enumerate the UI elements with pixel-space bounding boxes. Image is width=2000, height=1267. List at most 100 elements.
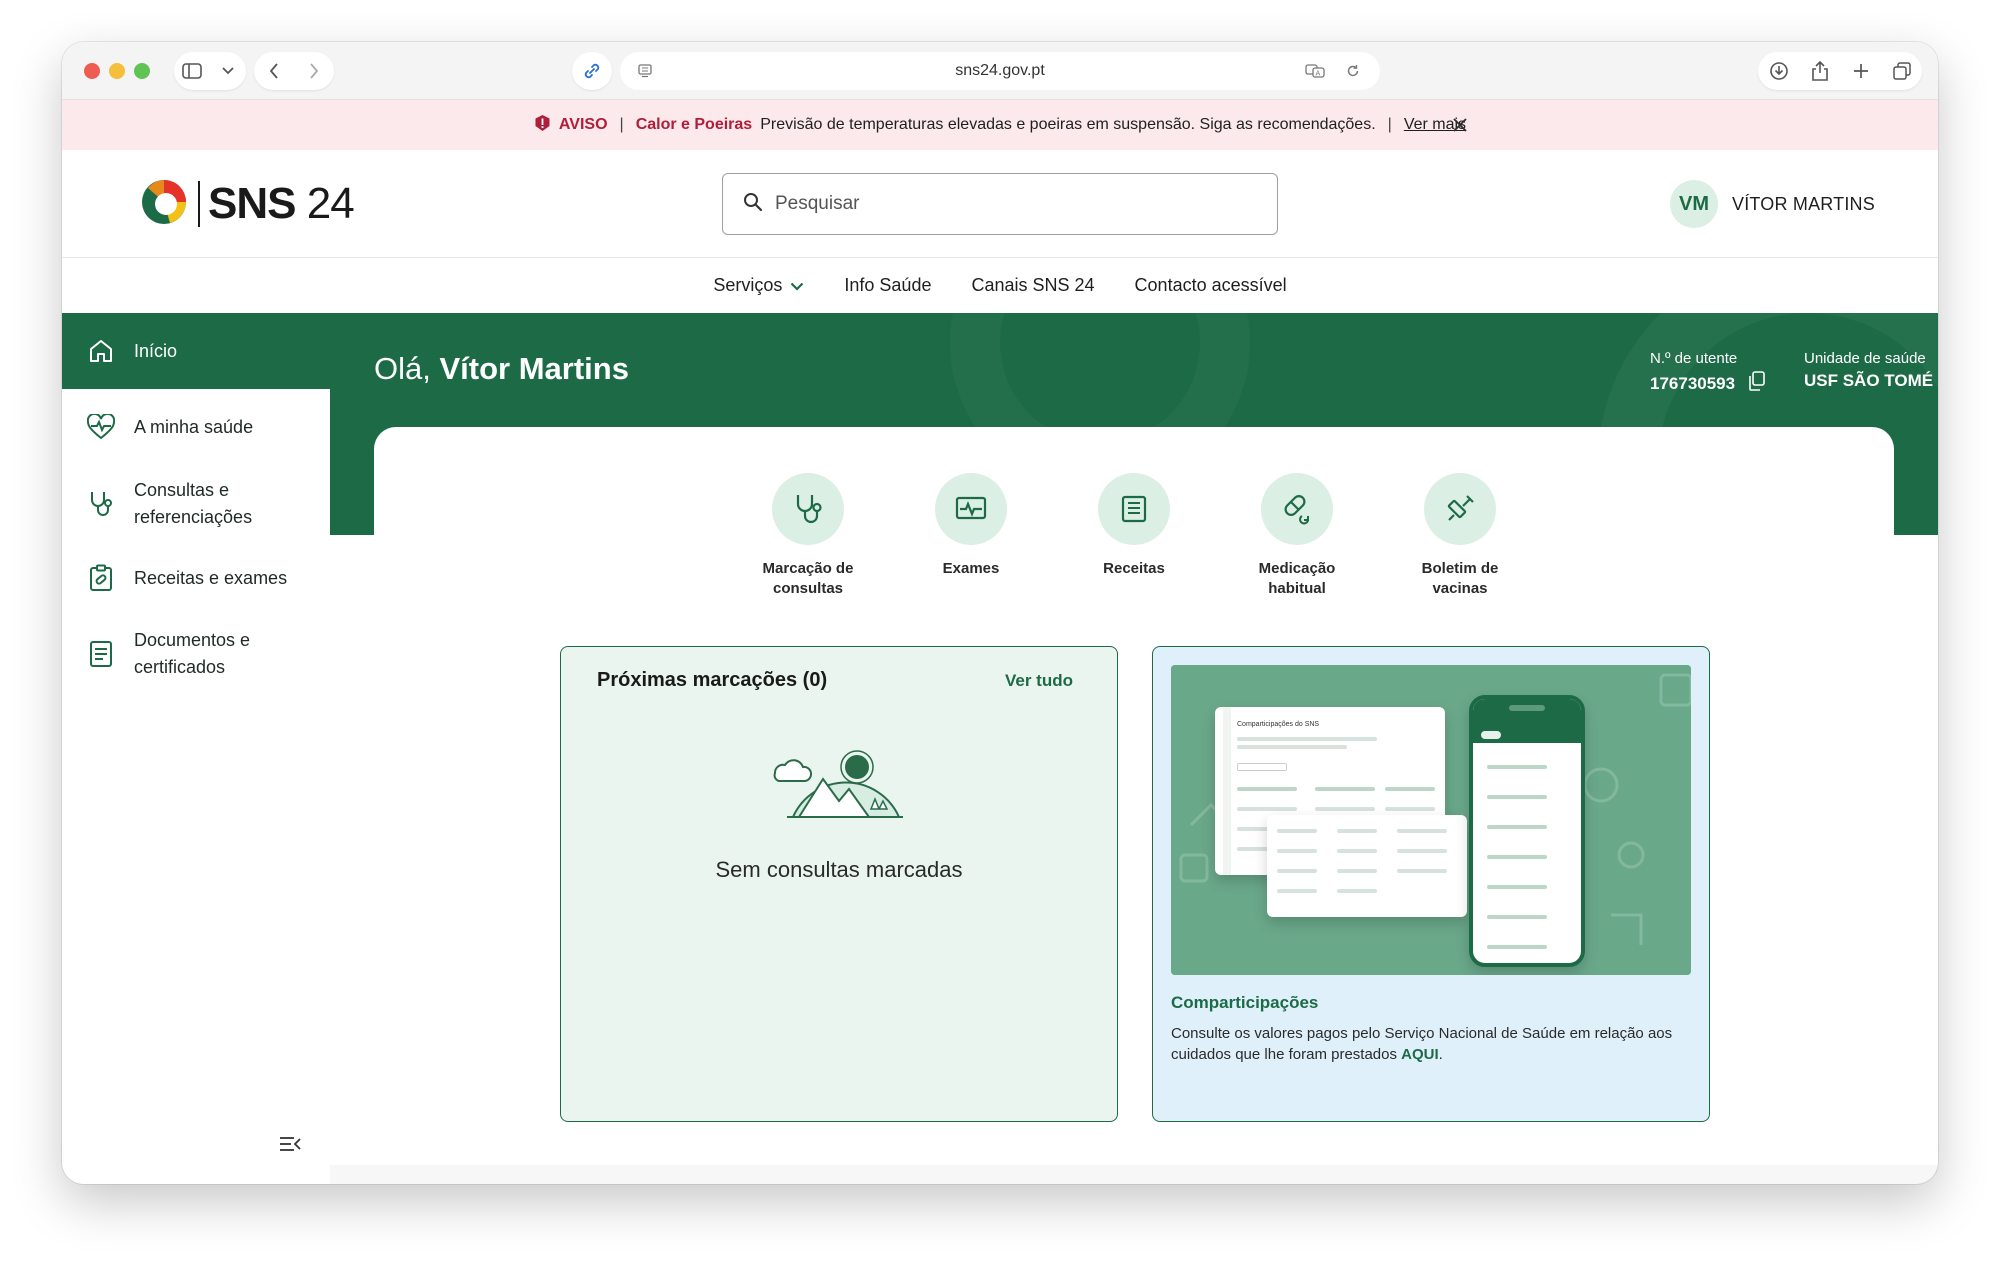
pill-icon: [1261, 473, 1333, 545]
mockup-title: Comparticipações do SNS: [1237, 721, 1320, 728]
sidebar-item-label: Documentos e certificados: [134, 630, 251, 677]
quick-action-label: Boletim de vacinas: [1421, 560, 1499, 598]
promo-link[interactable]: AQUI: [1401, 1046, 1439, 1063]
new-tab-icon[interactable]: [1844, 54, 1878, 88]
clipboard-pill-icon: [86, 563, 116, 593]
history-nav-group: [254, 52, 334, 90]
see-all-link[interactable]: Ver tudo: [1005, 671, 1073, 691]
sidebar-item-label: Consultas e referenciações: [134, 480, 253, 527]
alert-separator: |: [619, 116, 624, 133]
quick-actions: Marcação de consultas Exames Receitas Me…: [374, 427, 1894, 663]
alert-banner: AVISO | Calor e Poeiras Previsão de temp…: [62, 100, 1938, 150]
tab-overview-icon[interactable]: [1885, 54, 1919, 88]
chevron-down-icon: [790, 275, 804, 296]
sidebar-item-label: Receitas e exames: [134, 567, 288, 588]
sidebar-toggle-group[interactable]: [174, 52, 246, 90]
nav-item-contacto[interactable]: Contacto acessível: [1135, 275, 1287, 296]
nav-item-label: Serviços: [713, 275, 783, 295]
promo-title: Comparticipações: [1171, 993, 1319, 1012]
sidebar-item-receitas[interactable]: Receitas e exames: [62, 543, 330, 613]
downloads-icon[interactable]: [1762, 54, 1796, 88]
alert-message: Previsão de temperaturas elevadas e poei…: [760, 116, 1376, 133]
nav-item-info-saude[interactable]: Info Saúde: [844, 275, 931, 296]
address-bar[interactable]: sns24.gov.pt A: [620, 52, 1380, 90]
minimize-window-button[interactable]: [109, 63, 125, 79]
alert-separator: |: [1387, 116, 1392, 133]
sns-logo-icon: [140, 178, 188, 231]
close-icon[interactable]: [1448, 113, 1472, 137]
health-unit-label: Unidade de saúde: [1804, 350, 1926, 367]
main-nav: Serviços Info Saúde Canais SNS 24 Contac…: [62, 258, 1938, 313]
link-icon[interactable]: [575, 54, 609, 88]
quick-action-medicacao[interactable]: Medicação habitual: [1246, 473, 1349, 663]
browser-toolbar: sns24.gov.pt A: [62, 42, 1938, 100]
search-input[interactable]: [775, 193, 1235, 215]
translate-icon[interactable]: A: [1298, 54, 1332, 88]
promo-card[interactable]: Comparticipações do SNS Comparticipações…: [1152, 646, 1710, 1122]
close-window-button[interactable]: [84, 63, 100, 79]
chevron-down-icon[interactable]: [211, 54, 245, 88]
quick-action-vacinas[interactable]: Boletim de vacinas: [1409, 473, 1512, 663]
avatar[interactable]: VM: [1670, 180, 1718, 228]
quick-action-marcacao[interactable]: Marcação de consultas: [757, 473, 860, 663]
sidebar-item-consultas[interactable]: Consultas e referenciações: [62, 465, 330, 543]
appointments-title: Próximas marcações (0): [597, 669, 828, 691]
share-link-button[interactable]: [572, 52, 612, 90]
appointments-card: Próximas marcações (0) Ver tudo Sem cons…: [560, 646, 1118, 1122]
sns24-logo[interactable]: SNS 24: [140, 178, 355, 231]
prescription-icon: [1098, 473, 1170, 545]
site-header: SNS 24 VM VÍTOR MARTINS: [62, 150, 1938, 258]
quick-action-label: Medicação habitual: [1258, 560, 1336, 598]
copy-icon[interactable]: [1747, 371, 1765, 396]
reload-icon[interactable]: [1336, 54, 1370, 88]
quick-action-exames[interactable]: Exames: [920, 473, 1023, 663]
syringe-icon: [1424, 473, 1496, 545]
health-unit-value: USF SÃO TOMÉ: [1804, 371, 1934, 390]
forward-arrow-icon[interactable]: [297, 54, 331, 88]
health-unit-info: Unidade de saúde USF SÃO TOMÉ: [1804, 350, 1933, 391]
logo-text: SNS 24: [208, 179, 355, 228]
quick-action-label: Receitas: [1103, 560, 1165, 577]
sidebar-item-documentos[interactable]: Documentos e certificados: [62, 613, 330, 695]
promo-description: Consulte os valores pagos pelo Serviço N…: [1171, 1025, 1673, 1063]
sidebar-toggle-icon[interactable]: [175, 54, 209, 88]
user-menu[interactable]: VM VÍTOR MARTINS: [1670, 180, 1875, 228]
user-name[interactable]: VÍTOR MARTINS: [1732, 194, 1875, 215]
greeting: Olá, Vítor Martins: [374, 351, 629, 386]
mockup-phone: [1469, 695, 1585, 967]
sidebar-item-label: A minha saúde: [134, 416, 254, 437]
home-icon: [86, 336, 116, 366]
quick-action-label: Exames: [942, 560, 1000, 577]
sidebar-item-label: Início: [134, 340, 178, 361]
sidebar-item-minha-saude[interactable]: A minha saúde: [62, 389, 330, 465]
alert-label: AVISO: [558, 116, 608, 133]
reader-icon[interactable]: [628, 54, 662, 88]
stethoscope-icon: [86, 489, 116, 519]
sidebar: Início A minha saúde Consultas e referen…: [62, 313, 330, 1184]
back-arrow-icon[interactable]: [257, 54, 291, 88]
search-box[interactable]: [722, 173, 1278, 235]
document-icon: [86, 639, 116, 669]
heart-pulse-icon: [86, 412, 116, 442]
quick-action-receitas[interactable]: Receitas: [1083, 473, 1186, 663]
browser-actions-group: [1758, 52, 1922, 90]
collapse-sidebar-icon[interactable]: [278, 1135, 304, 1157]
empty-state-text: Sem consultas marcadas: [715, 857, 963, 882]
utente-info: N.º de utente 176730593: [1650, 350, 1765, 396]
monitor-ecg-icon: [935, 473, 1007, 545]
quick-action-label: Marcação de consultas: [762, 560, 854, 598]
nav-item-canais[interactable]: Canais SNS 24: [971, 275, 1094, 296]
mockup-table: [1267, 815, 1467, 917]
alert-icon: [534, 114, 551, 137]
empty-state-illustration: [773, 737, 909, 832]
maximize-window-button[interactable]: [134, 63, 150, 79]
logo-divider: [198, 181, 200, 227]
url-text[interactable]: sns24.gov.pt: [955, 62, 1045, 80]
utente-number: 176730593: [1650, 373, 1736, 393]
nav-item-servicos[interactable]: Serviços: [713, 275, 804, 296]
share-icon[interactable]: [1803, 54, 1837, 88]
alert-category: Calor e Poeiras: [635, 116, 753, 133]
browser-window: sns24.gov.pt A AVISO | Calor e Poeiras P…: [62, 42, 1938, 1184]
search-icon: [743, 192, 763, 217]
sidebar-item-inicio[interactable]: Início: [62, 313, 330, 389]
